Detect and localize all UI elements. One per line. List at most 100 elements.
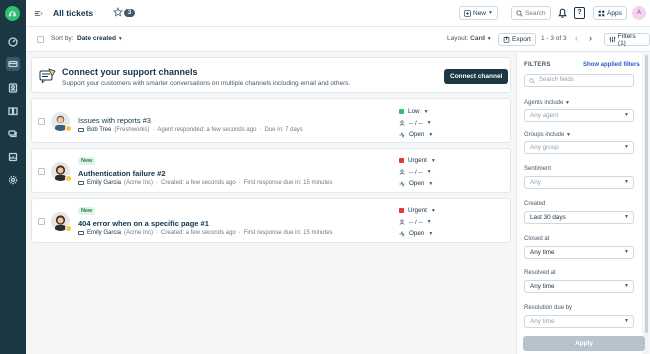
requester-company: (Acme Inc)	[124, 180, 154, 186]
ticket-title[interactable]: 404 error when on a specific page #1	[78, 219, 209, 228]
select-all-checkbox[interactable]	[37, 36, 44, 43]
layout-dropdown[interactable]: Layout: Card ▼	[447, 35, 492, 42]
assignee-dropdown[interactable]: -- / -- ▼	[399, 118, 433, 130]
pagination-text: 1 - 3 of 3	[541, 35, 567, 42]
priority-indicator	[399, 158, 404, 164]
ticket-count-badge: 3	[124, 8, 135, 17]
requester-name[interactable]: Emily Garcia	[87, 230, 121, 236]
chevron-down-icon: ▼	[426, 219, 432, 226]
priority-value: Urgent	[408, 157, 427, 165]
ticket-card[interactable]: Issues with reports #3 Bob Tree (Freshwo…	[31, 98, 511, 143]
new-button[interactable]: New ▼	[459, 6, 498, 20]
tickets-icon[interactable]	[6, 57, 20, 71]
help-icon[interactable]: ?	[574, 7, 585, 19]
new-ticket-badge: New	[78, 157, 96, 165]
collapse-menu-button[interactable]	[32, 7, 45, 19]
settings-gear-icon[interactable]	[6, 173, 20, 187]
knowledge-base-icon[interactable]	[6, 104, 20, 118]
scrollbar-thumb[interactable]	[645, 55, 648, 333]
apps-button[interactable]: Apps	[593, 6, 627, 20]
resolution-due-by-select[interactable]: Any time ▼	[524, 315, 634, 328]
status-value: Open	[409, 180, 425, 188]
notifications-bell-icon[interactable]	[557, 7, 568, 19]
ticket-properties: Low ▼ -- / -- ▼ Open ▼	[399, 106, 433, 141]
contacts-icon[interactable]	[6, 81, 20, 95]
export-icon	[503, 36, 510, 43]
sentiment-select[interactable]: Any ▼	[524, 176, 634, 189]
apply-filters-button[interactable]: Apply	[523, 336, 645, 351]
filters-heading: FILTERS	[524, 62, 551, 68]
ticket-card[interactable]: New 404 error when on a specific page #1…	[31, 198, 511, 243]
list-toolbar: Sort by: Date created ▼ Layout: Card ▼ E…	[26, 27, 650, 52]
left-navigation	[0, 0, 26, 354]
filters-scrollbar[interactable]	[644, 53, 649, 354]
reports-icon[interactable]	[6, 150, 20, 164]
dashboard-icon[interactable]	[6, 35, 20, 49]
connect-channel-button[interactable]: Connect channel	[444, 69, 509, 84]
requester-name[interactable]: Emily Garcia	[87, 180, 121, 186]
chevron-down-icon: ▼	[566, 132, 571, 138]
status-icon	[399, 180, 405, 187]
apps-grid-icon	[598, 10, 605, 16]
resolved-at-label: Resolved at	[524, 270, 556, 276]
ticket-checkbox[interactable]	[38, 218, 45, 225]
ticket-card[interactable]: New Authentication failure #2 Emily Garc…	[31, 148, 511, 193]
sort-by-dropdown[interactable]: Date created ▼	[77, 35, 123, 42]
priority-dropdown[interactable]: Low ▼	[399, 106, 433, 118]
chevron-down-icon: ▼	[428, 180, 434, 187]
previous-page-button[interactable]: ‹	[575, 33, 583, 45]
layout-value: Card	[470, 35, 485, 42]
status-value: Open	[409, 131, 425, 139]
sentiment-emoji-icon	[65, 175, 72, 182]
ticket-checkbox[interactable]	[38, 168, 45, 175]
closed-at-select[interactable]: Any time ▼	[524, 246, 634, 259]
ticket-title[interactable]: Authentication failure #2	[78, 169, 166, 178]
top-bar: All tickets 3 New ▼ Search ? Apps A	[26, 0, 650, 27]
favorite-star-icon[interactable]	[113, 7, 123, 17]
closed-at-label: Closed at	[524, 236, 550, 242]
assignee-dropdown[interactable]: -- / -- ▼	[399, 217, 436, 229]
groups-include-select[interactable]: Any group ▼	[524, 141, 634, 154]
agents-include-select[interactable]: Any agent ▼	[524, 109, 634, 122]
freshdesk-logo-icon[interactable]	[5, 6, 20, 21]
ticket-title[interactable]: Issues with reports #3	[78, 116, 151, 125]
ticket-checkbox[interactable]	[38, 118, 45, 125]
filters-button[interactable]: Filters (1)	[604, 33, 650, 47]
support-channels-icon	[39, 68, 56, 84]
ticket-due: Due in: 7 days	[264, 127, 303, 133]
search-button[interactable]: Search	[511, 6, 551, 20]
priority-dropdown[interactable]: Urgent ▼	[399, 205, 436, 217]
next-page-button[interactable]: ›	[589, 33, 597, 45]
filter-fields-search-input[interactable]: Search fields	[524, 74, 634, 87]
filters-panel: FILTERS Show applied filters Search fiel…	[516, 53, 642, 354]
status-dropdown[interactable]: Open ▼	[399, 228, 436, 240]
assignee-dropdown[interactable]: -- / -- ▼	[399, 167, 436, 179]
assignee-value: -- / --	[409, 218, 423, 226]
chevron-down-icon: ▼	[565, 100, 570, 106]
user-avatar[interactable]: A	[632, 6, 646, 20]
created-select[interactable]: Last 30 days ▼	[524, 211, 634, 224]
chevron-down-icon: ▼	[430, 157, 436, 164]
agents-include-label[interactable]: Agents include ▼	[524, 100, 570, 106]
groups-include-label[interactable]: Groups include ▼	[524, 132, 571, 138]
forums-icon[interactable]	[6, 127, 20, 141]
priority-indicator	[399, 208, 404, 214]
priority-indicator	[399, 109, 404, 115]
email-icon	[78, 180, 84, 186]
status-dropdown[interactable]: Open ▼	[399, 129, 433, 141]
chevron-down-icon: ▼	[423, 108, 429, 115]
email-icon	[78, 127, 84, 133]
ticket-activity: Agent responded: a few seconds ago	[157, 127, 257, 133]
search-icon	[529, 78, 535, 84]
created-label: Created	[524, 201, 546, 207]
requester-name[interactable]: Bob Tree	[87, 127, 111, 133]
status-dropdown[interactable]: Open ▼	[399, 178, 436, 190]
status-value: Open	[409, 230, 425, 238]
resolved-at-select[interactable]: Any time ▼	[524, 280, 634, 293]
sentiment-emoji-icon	[65, 225, 72, 232]
chevron-down-icon: ▼	[624, 112, 629, 118]
priority-dropdown[interactable]: Urgent ▼	[399, 155, 436, 167]
export-button[interactable]: Export	[498, 33, 536, 46]
show-applied-filters-link[interactable]: Show applied filters	[583, 62, 640, 68]
page-title: All tickets	[53, 8, 94, 18]
